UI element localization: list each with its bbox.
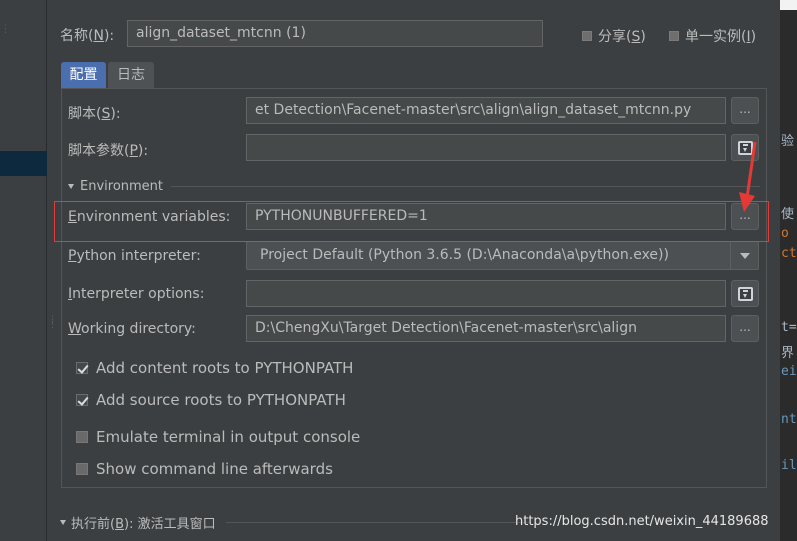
script-path-input[interactable]: et Detection\Facenet-master\src\align\al… <box>246 97 726 124</box>
working-directory-input[interactable]: D:\ChengXu\Target Detection\Facenet-mast… <box>246 315 726 342</box>
browse-script-button[interactable]: ... <box>731 97 759 124</box>
option-emulate-terminal[interactable]: Emulate terminal in output console <box>76 428 360 446</box>
expand-interpreter-options-button[interactable] <box>731 280 759 307</box>
tab-configuration[interactable]: 配置 <box>61 62 106 88</box>
bg-snippet: 使 <box>781 207 795 222</box>
tree-ghost-glyph: ⋮ <box>0 22 11 35</box>
bg-snippet: il <box>781 458 797 473</box>
option-add-source-roots[interactable]: Add source roots to PYTHONPATH <box>76 391 346 409</box>
bg-snippet: ct <box>781 246 797 261</box>
expand-icon <box>737 286 753 301</box>
option-label: Emulate terminal in output console <box>96 428 361 446</box>
annotation-highlight-box <box>54 201 769 242</box>
single-instance-checkbox-box[interactable] <box>669 31 679 41</box>
name-label: 名称(N): <box>60 28 115 44</box>
annotation-arrow-icon <box>739 141 757 212</box>
option-label: Add source roots to PYTHONPATH <box>96 391 346 409</box>
bg-snippet: ei <box>781 364 797 379</box>
interpreter-options-label: Interpreter options: <box>68 286 205 302</box>
bg-snippet: nt <box>781 412 797 427</box>
single-instance-checkbox[interactable]: 单一实例(I) <box>669 26 756 46</box>
checkbox-checked[interactable] <box>76 394 88 406</box>
option-add-content-roots[interactable]: Add content roots to PYTHONPATH <box>76 359 353 377</box>
interpreter-selected-value: Project Default (Python 3.6.5 (D:\Anacon… <box>260 247 669 263</box>
python-interpreter-label: Python interpreter: <box>68 248 201 264</box>
before-launch-section-header[interactable]: 执行前(B): 激活工具窗口 <box>60 512 530 532</box>
splitter-handle[interactable]: ⋮ ⋮ <box>48 316 57 338</box>
environment-section-header[interactable]: Environment <box>68 176 760 196</box>
collapse-triangle-icon <box>60 519 66 525</box>
selected-configuration-row[interactable] <box>0 151 47 176</box>
collapse-triangle-icon <box>68 183 74 189</box>
script-params-label: 脚本参数(P): <box>68 143 149 159</box>
dropdown-arrow[interactable] <box>730 242 758 269</box>
section-divider <box>171 185 760 187</box>
watermark-text: https://blog.csdn.net/weixin_44189688 <box>515 514 769 529</box>
checkbox-unchecked[interactable] <box>76 463 88 475</box>
configuration-name-input[interactable]: align_dataset_mtcnn (1) <box>127 20 543 47</box>
script-params-input[interactable] <box>246 134 726 161</box>
section-divider <box>225 521 530 523</box>
bg-snippet: t= <box>781 320 797 335</box>
before-launch-title: 执行前(B): 激活工具窗口 <box>71 516 216 532</box>
background-editor-strip: 验 使 o ct t= 界 ei nt il <box>780 0 797 541</box>
bg-snippet: 界 <box>781 346 795 361</box>
checkbox-checked[interactable] <box>76 362 88 374</box>
configurations-tree-panel: ⋮ <box>0 0 47 541</box>
option-show-command-line[interactable]: Show command line afterwards <box>76 460 333 478</box>
environment-section-title: Environment <box>80 178 164 194</box>
bg-snippet: 验 <box>781 134 795 149</box>
background-window-edge <box>780 0 797 10</box>
option-label: Add content roots to PYTHONPATH <box>96 359 354 377</box>
share-checkbox[interactable]: 分享(S) <box>582 26 646 46</box>
share-checkbox-box[interactable] <box>582 31 592 41</box>
bg-snippet: o <box>781 226 789 241</box>
script-label: 脚本(S): <box>68 106 121 122</box>
single-instance-label: 单一实例(I) <box>685 29 757 45</box>
share-label: 分享(S) <box>598 29 646 45</box>
chevron-down-icon <box>739 252 750 259</box>
working-directory-label: Working directory: <box>68 321 196 337</box>
tab-logs[interactable]: 日志 <box>108 62 154 88</box>
checkbox-unchecked[interactable] <box>76 431 88 443</box>
interpreter-options-input[interactable] <box>246 280 726 307</box>
python-interpreter-select[interactable]: Project Default (Python 3.6.5 (D:\Anacon… <box>246 241 759 270</box>
option-label: Show command line afterwards <box>96 460 333 478</box>
browse-working-directory-button[interactable]: ... <box>731 315 759 342</box>
